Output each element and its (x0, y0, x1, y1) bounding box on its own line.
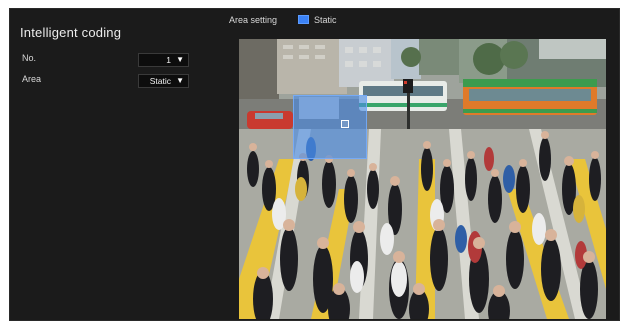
area-select[interactable]: Static ▼ (138, 74, 189, 88)
page-title: Intelligent coding (20, 25, 122, 40)
no-label: No. (22, 53, 37, 63)
no-select-value: 1 (166, 55, 171, 65)
camera-scene-image (239, 39, 606, 319)
area-select-value: Static (149, 76, 171, 86)
camera-preview[interactable] (239, 39, 606, 319)
no-select[interactable]: 1 ▼ (138, 53, 189, 67)
chevron-down-icon: ▼ (176, 76, 184, 85)
static-area-region[interactable] (293, 95, 367, 159)
static-legend-label: Static (314, 15, 337, 25)
area-handle-icon[interactable] (341, 120, 349, 128)
static-legend-swatch (298, 15, 309, 24)
area-label: Area (22, 74, 42, 84)
intelligent-coding-panel: Intelligent coding No. 1 ▼ Area Static ▼… (9, 8, 620, 321)
chevron-down-icon: ▼ (176, 55, 184, 64)
area-setting-label: Area setting (229, 15, 278, 25)
